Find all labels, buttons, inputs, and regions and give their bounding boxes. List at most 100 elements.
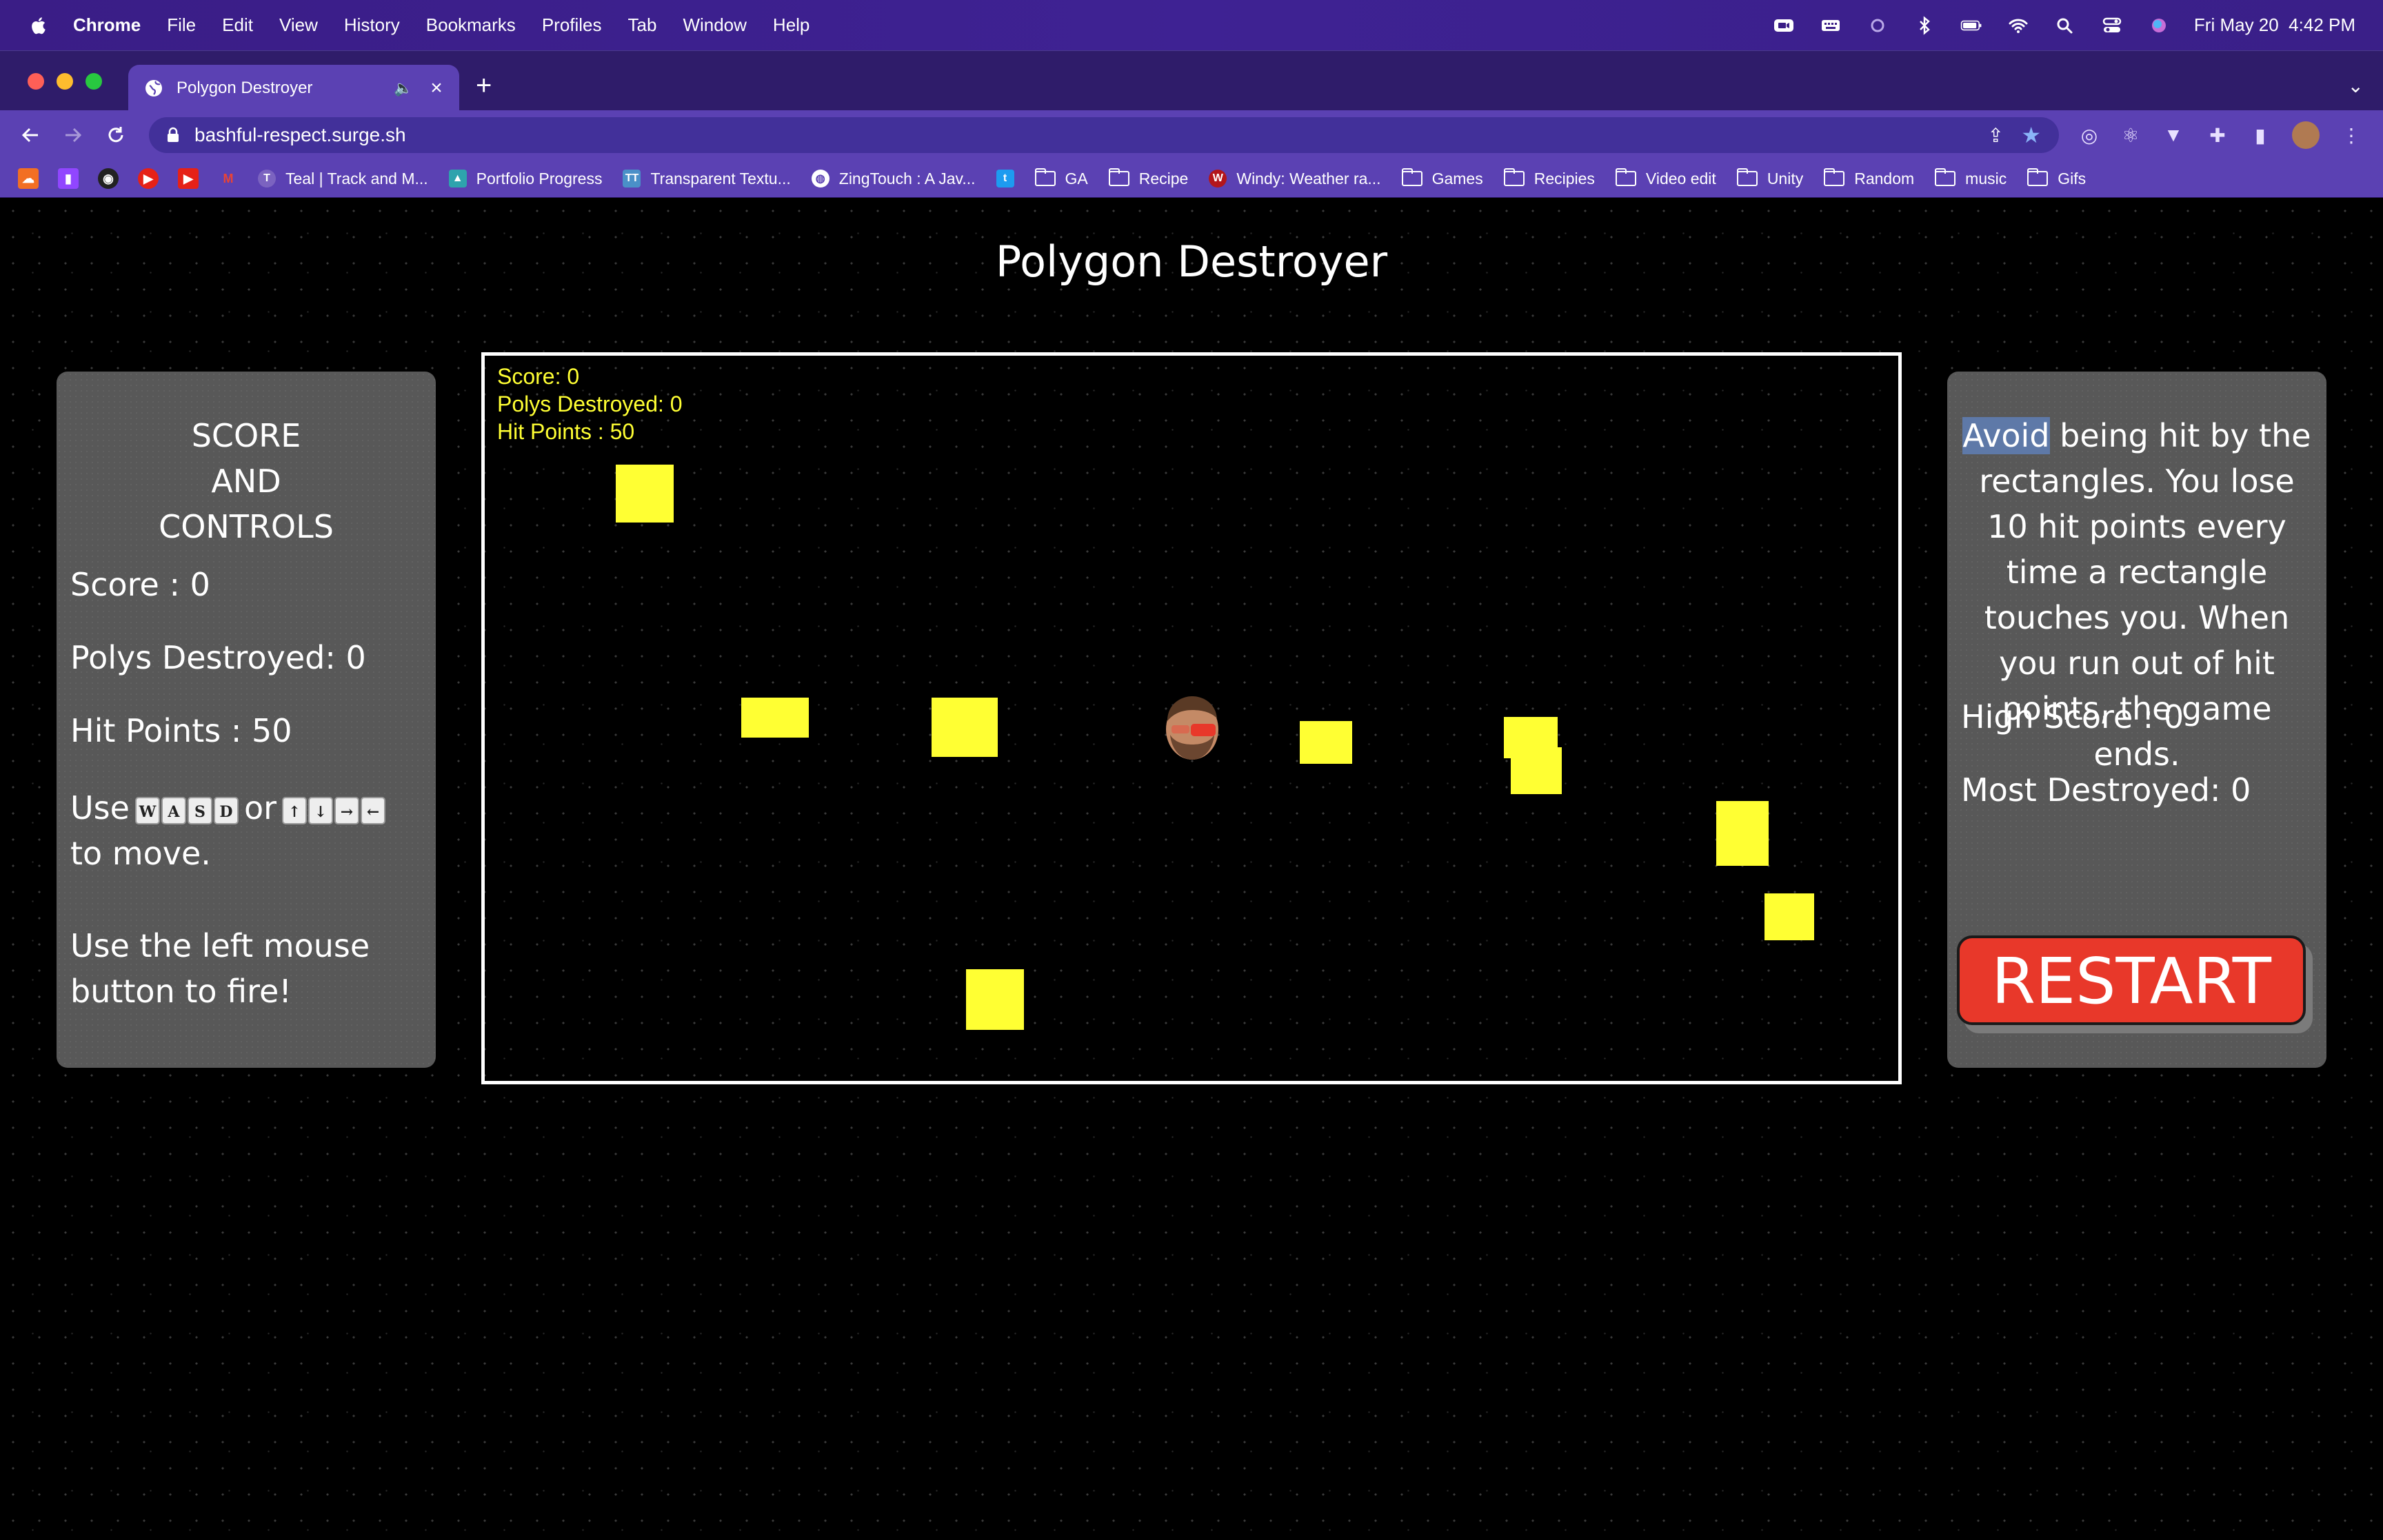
menu-window[interactable]: Window bbox=[683, 14, 746, 36]
chevron-down-icon[interactable]: ⌄ bbox=[2348, 74, 2364, 97]
address-bar[interactable]: bashful-respect.surge.sh ⇪ ★ bbox=[149, 117, 2059, 153]
battery-icon[interactable] bbox=[1960, 15, 1983, 36]
bookmark-folder-recipies[interactable]: Recipies bbox=[1503, 168, 1595, 188]
enemy-rectangle bbox=[1511, 747, 1562, 794]
score-controls-panel: SCORE AND CONTROLS Score : 0 Polys Destr… bbox=[57, 372, 436, 1068]
wifi-icon[interactable] bbox=[2007, 15, 2030, 36]
new-tab-button[interactable]: + bbox=[476, 72, 492, 99]
bookmark-transparent-textures[interactable]: TT Transparent Textu... bbox=[623, 170, 791, 188]
siri-icon[interactable] bbox=[2147, 15, 2171, 36]
keyboard-icon[interactable] bbox=[1819, 15, 1842, 36]
tab-polygon-destroyer[interactable]: Polygon Destroyer 🔈 × bbox=[128, 65, 459, 111]
enemy-rectangle bbox=[1300, 721, 1352, 764]
bookmark-folder-unity[interactable]: Unity bbox=[1736, 168, 1804, 188]
menu-app-name[interactable]: Chrome bbox=[73, 14, 141, 36]
polys-destroyed-stat: Polys Destroyed: 0 bbox=[70, 639, 366, 676]
windy-icon: W bbox=[1209, 170, 1227, 188]
youtube-icon[interactable]: ▶ bbox=[178, 168, 199, 189]
move-instructions: Use W A S Dor ↑ ↓ → ← to move. bbox=[70, 785, 391, 876]
menu-help[interactable]: Help bbox=[773, 14, 810, 36]
minimize-window-button[interactable] bbox=[57, 73, 73, 90]
restart-button[interactable]: RESTART bbox=[1957, 935, 2306, 1025]
menu-edit[interactable]: Edit bbox=[222, 14, 253, 36]
bookmark-zingtouch[interactable]: ◍ ZingTouch : A Jav... bbox=[811, 169, 976, 188]
extensions-puzzle-icon[interactable]: ✚ bbox=[2202, 120, 2233, 150]
bookmark-label: Random bbox=[1854, 169, 1915, 188]
spotlight-search-icon[interactable] bbox=[2053, 15, 2077, 36]
enemy-rectangle bbox=[741, 698, 809, 738]
key-left: ← bbox=[361, 796, 385, 824]
page-content: Polygon Destroyer SCORE AND CONTROLS Sco… bbox=[0, 198, 2383, 1540]
key-right: → bbox=[334, 796, 359, 824]
chrome-toolbar: bashful-respect.surge.sh ⇪ ★ ◎ ⚛ ▼ ✚ ▮ ⋮ bbox=[0, 110, 2383, 160]
bookmark-folder-recipe[interactable]: Recipe bbox=[1108, 168, 1188, 188]
bookmark-label: Gifs bbox=[2058, 169, 2087, 188]
fire-line: Use the left mouse bbox=[70, 927, 370, 964]
use-label: Use bbox=[70, 789, 130, 827]
menu-bookmarks[interactable]: Bookmarks bbox=[426, 14, 516, 36]
apple-icon[interactable] bbox=[28, 14, 51, 37]
bookmark-label: music bbox=[1965, 169, 2007, 188]
github-icon[interactable]: ◉ bbox=[98, 168, 119, 189]
menu-history[interactable]: History bbox=[344, 14, 400, 36]
enemy-rectangle bbox=[1764, 893, 1814, 940]
bluetooth-icon[interactable] bbox=[1913, 15, 1936, 36]
bookmark-folder-music[interactable]: music bbox=[1935, 168, 2007, 188]
gmail-icon[interactable]: M bbox=[218, 168, 239, 189]
bookmark-folder-ga[interactable]: GA bbox=[1034, 168, 1088, 188]
bookmark-folder-games[interactable]: Games bbox=[1401, 168, 1483, 188]
bookmark-twitter[interactable]: t bbox=[996, 170, 1024, 188]
heading-line: CONTROLS bbox=[159, 508, 334, 545]
player-face-icon bbox=[1166, 696, 1218, 760]
enemy-rectangle bbox=[616, 465, 674, 523]
bookmark-windy[interactable]: W Windy: Weather ra... bbox=[1209, 170, 1381, 188]
control-center-icon[interactable] bbox=[2100, 15, 2124, 36]
bookmark-folder-gifs[interactable]: Gifs bbox=[2027, 168, 2087, 188]
menu-profiles[interactable]: Profiles bbox=[542, 14, 602, 36]
bookmark-label: Unity bbox=[1767, 169, 1804, 188]
zoom-icon[interactable] bbox=[1772, 15, 1796, 36]
speaker-mute-icon[interactable]: 🔈 bbox=[393, 79, 414, 97]
creative-cloud-icon[interactable] bbox=[1866, 15, 1889, 36]
soundcloud-icon[interactable]: ☁ bbox=[18, 168, 39, 189]
reload-icon[interactable] bbox=[101, 120, 131, 150]
key-up: ↑ bbox=[282, 796, 307, 824]
forward-arrow-icon[interactable] bbox=[58, 120, 88, 150]
extension-react-icon[interactable]: ⚛ bbox=[2115, 120, 2146, 150]
to-move-label: to move. bbox=[70, 835, 211, 872]
extension-target-icon[interactable]: ◎ bbox=[2074, 120, 2104, 150]
folder-icon bbox=[1615, 168, 1636, 186]
twitch-icon[interactable]: ▮ bbox=[58, 168, 79, 189]
bookmark-label: ZingTouch : A Jav... bbox=[838, 169, 976, 188]
bookmark-portfolio-progress[interactable]: ▲ Portfolio Progress bbox=[448, 170, 602, 188]
close-tab-icon[interactable]: × bbox=[426, 77, 447, 100]
game-canvas[interactable]: Score: 0 Polys Destroyed: 0 Hit Points :… bbox=[481, 352, 1902, 1084]
share-icon[interactable]: ⇪ bbox=[1988, 124, 2004, 147]
youtube-music-icon[interactable]: ▶ bbox=[138, 168, 159, 189]
bookmark-label: Video edit bbox=[1645, 169, 1716, 188]
chrome-tab-strip: Polygon Destroyer 🔈 × + ⌄ bbox=[0, 50, 2383, 111]
maximize-window-button[interactable] bbox=[86, 73, 102, 90]
menu-file[interactable]: File bbox=[167, 14, 196, 36]
enemy-rectangle bbox=[932, 698, 998, 757]
key-down: ↓ bbox=[308, 796, 333, 824]
profile-avatar[interactable] bbox=[2291, 120, 2321, 150]
menubar-clock[interactable]: Fri May 20 4:42 PM bbox=[2194, 14, 2355, 36]
bookmark-folder-random[interactable]: Random bbox=[1824, 168, 1915, 188]
fire-instructions: Use the left mouse button to fire! bbox=[70, 923, 370, 1014]
chrome-menu-icon[interactable]: ⋮ bbox=[2336, 120, 2366, 150]
bookmark-folder-video-edit[interactable]: Video edit bbox=[1615, 168, 1716, 188]
folder-icon bbox=[1824, 168, 1845, 186]
status-area: Fri May 20 4:42 PM bbox=[1772, 0, 2355, 50]
lock-icon[interactable] bbox=[164, 126, 182, 144]
extension-v-icon[interactable]: ▼ bbox=[2158, 120, 2189, 150]
menu-tab[interactable]: Tab bbox=[628, 14, 657, 36]
arrow-keys-icon: ↑ ↓ → ← bbox=[282, 796, 385, 824]
menu-view[interactable]: View bbox=[279, 14, 318, 36]
back-arrow-icon[interactable] bbox=[15, 120, 46, 150]
bookmark-teal[interactable]: T Teal | Track and M... bbox=[258, 170, 428, 188]
url-text[interactable]: bashful-respect.surge.sh bbox=[194, 124, 406, 146]
close-window-button[interactable] bbox=[28, 73, 44, 90]
side-panel-icon[interactable]: ▮ bbox=[2245, 120, 2275, 150]
bookmark-star-icon[interactable]: ★ bbox=[2021, 122, 2041, 148]
